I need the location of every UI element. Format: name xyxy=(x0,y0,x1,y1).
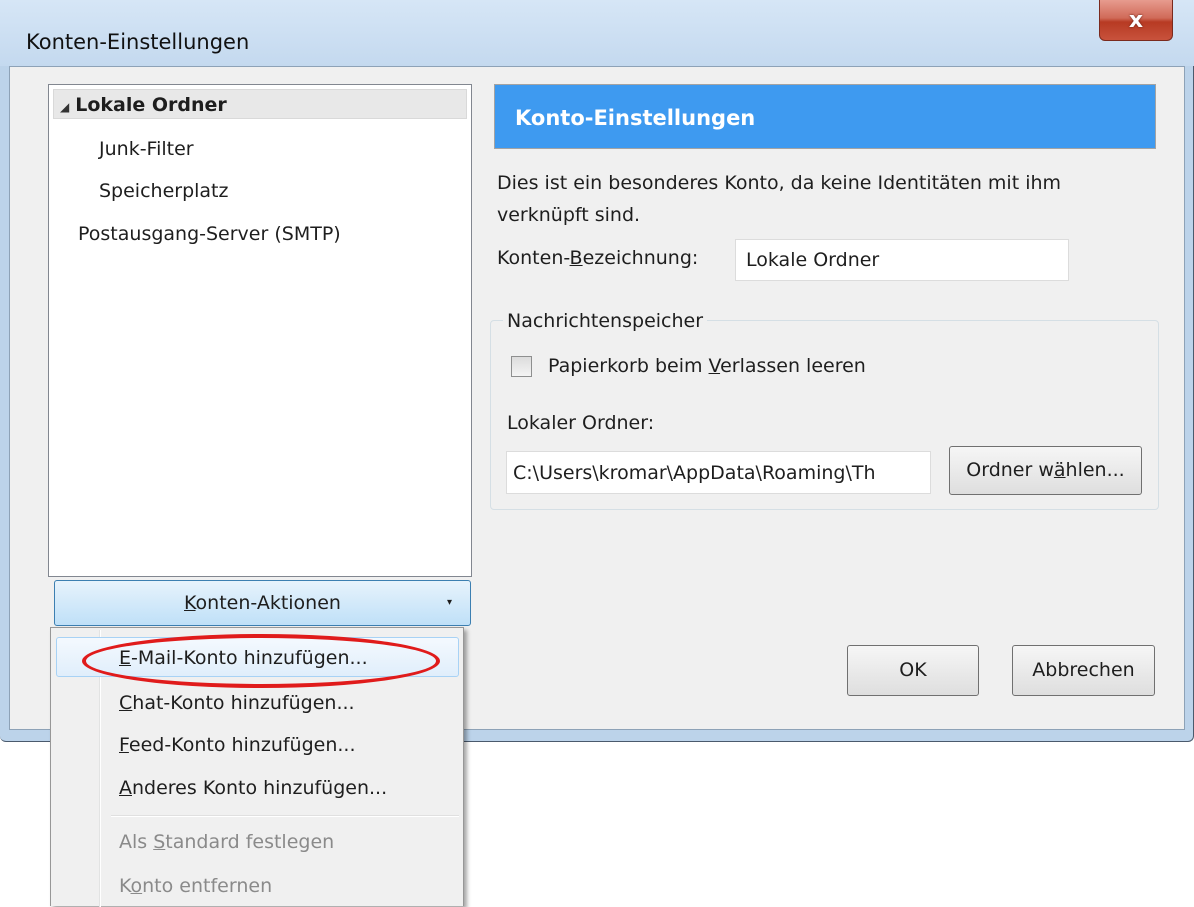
window-title: Konten-Einstellungen xyxy=(26,30,250,54)
panel-header: Konto-Einstellungen xyxy=(494,84,1156,149)
account-name-input[interactable] xyxy=(735,239,1069,281)
close-icon: x xyxy=(1128,7,1144,33)
menu-item-add-other-account[interactable]: Anderes Konto hinzufügen... xyxy=(119,777,387,799)
message-storage-legend: Nachrichtenspeicher xyxy=(503,310,708,332)
account-name-label: Konten-Bezeichnung: xyxy=(497,247,699,269)
menu-item-remove-account: Konto entfernen xyxy=(119,875,273,897)
tree-item-junk-filter[interactable]: Junk-Filter xyxy=(99,134,194,164)
account-description: Dies ist ein besonderes Konto, da keine … xyxy=(497,172,1062,226)
account-actions-button[interactable]: Konten-Aktionen ▾ xyxy=(54,580,471,626)
menu-item-set-default: Als Standard festlegen xyxy=(119,831,335,853)
title-bar[interactable]: Konten-Einstellungen x xyxy=(0,0,1194,66)
tree-item-smtp-server[interactable]: Postausgang-Server (SMTP) xyxy=(78,219,341,249)
button-label: Konten-Aktionen xyxy=(184,592,341,614)
dropdown-arrow-icon: ▾ xyxy=(446,597,452,608)
cancel-button[interactable]: Abbrechen xyxy=(1012,645,1155,696)
local-folder-path-input[interactable] xyxy=(506,451,931,494)
empty-trash-label[interactable]: Papierkorb beim Verlassen leeren xyxy=(548,355,866,377)
account-tree[interactable]: ◢ Lokale Ordner Junk-Filter Speicherplatz… xyxy=(48,84,472,577)
expand-arrow-icon[interactable]: ◢ xyxy=(60,100,69,114)
local-folder-label: Lokaler Ordner: xyxy=(507,412,655,434)
tree-item-disk-space[interactable]: Speicherplatz xyxy=(99,176,228,206)
menu-separator xyxy=(111,815,459,817)
menu-item-add-feed-account[interactable]: Feed-Konto hinzufügen... xyxy=(119,734,356,756)
red-highlight-ellipse xyxy=(82,634,440,688)
choose-folder-button[interactable]: Ordner wählen... xyxy=(949,446,1142,495)
tree-item-label: Lokale Ordner xyxy=(75,94,227,116)
tree-item-local-folders[interactable]: ◢ Lokale Ordner xyxy=(53,89,467,119)
ok-button[interactable]: OK xyxy=(847,645,979,696)
menu-item-add-chat-account[interactable]: Chat-Konto hinzufügen... xyxy=(119,692,355,714)
close-button[interactable]: x xyxy=(1099,0,1173,41)
empty-trash-checkbox[interactable] xyxy=(511,356,532,377)
